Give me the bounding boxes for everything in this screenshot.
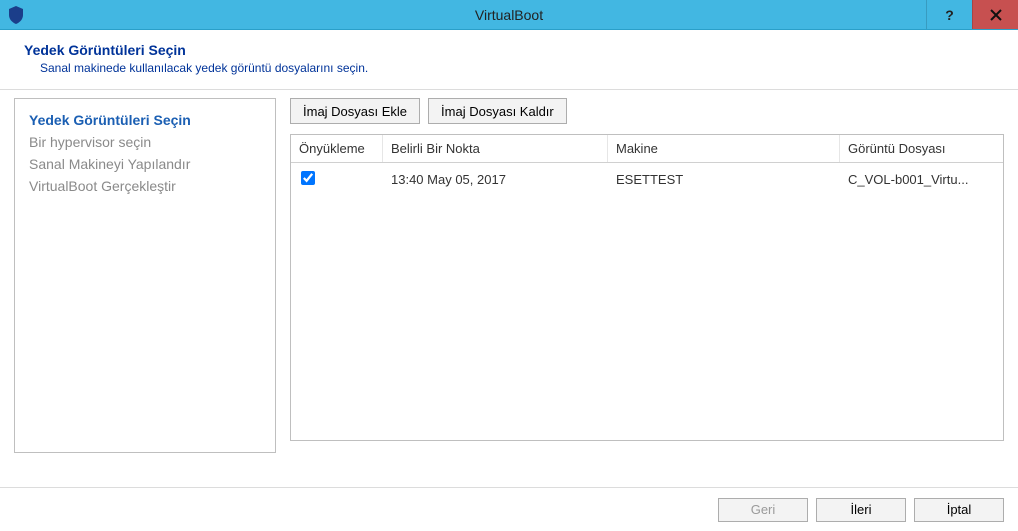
col-header-boot[interactable]: Önyükleme [291,135,383,162]
cell-point: 13:40 May 05, 2017 [383,168,608,191]
wizard-steps-sidebar: Yedek Görüntüleri Seçin Bir hypervisor s… [14,98,276,453]
cell-machine: ESETTEST [608,168,840,191]
back-button[interactable]: Geri [718,498,808,522]
wizard-header: Yedek Görüntüleri Seçin Sanal makinede k… [0,30,1018,90]
next-button[interactable]: İleri [816,498,906,522]
page-title: Yedek Görüntüleri Seçin [24,42,998,58]
shield-icon [8,6,24,24]
boot-checkbox[interactable] [301,171,315,185]
toolbar: İmaj Dosyası Ekle İmaj Dosyası Kaldır [290,98,1004,124]
step-select-hypervisor[interactable]: Bir hypervisor seçin [29,131,261,153]
col-header-point[interactable]: Belirli Bir Nokta [383,135,608,162]
page-subtitle: Sanal makinede kullanılacak yedek görünt… [40,61,998,75]
wizard-footer: Geri İleri İptal [0,487,1018,531]
col-header-file[interactable]: Görüntü Dosyası [840,135,1003,162]
grid-header: Önyükleme Belirli Bir Nokta Makine Görün… [291,135,1003,163]
cancel-button[interactable]: İptal [914,498,1004,522]
cell-boot [291,167,383,192]
table-row[interactable]: 13:40 May 05, 2017 ESETTEST C_VOL-b001_V… [291,163,1003,196]
cell-file: C_VOL-b001_Virtu... [840,168,1003,191]
remove-image-button[interactable]: İmaj Dosyası Kaldır [428,98,567,124]
step-perform-virtualboot[interactable]: VirtualBoot Gerçekleştir [29,175,261,197]
step-select-images[interactable]: Yedek Görüntüleri Seçin [29,109,261,131]
wizard-main: İmaj Dosyası Ekle İmaj Dosyası Kaldır Ön… [290,98,1004,453]
help-button[interactable]: ? [926,0,972,29]
window-title: VirtualBoot [0,7,1018,23]
window-controls: ? [926,0,1018,29]
close-button[interactable] [972,0,1018,29]
images-grid: Önyükleme Belirli Bir Nokta Makine Görün… [290,134,1004,441]
col-header-machine[interactable]: Makine [608,135,840,162]
title-bar: VirtualBoot ? [0,0,1018,30]
add-image-button[interactable]: İmaj Dosyası Ekle [290,98,420,124]
step-configure-vm[interactable]: Sanal Makineyi Yapılandır [29,153,261,175]
